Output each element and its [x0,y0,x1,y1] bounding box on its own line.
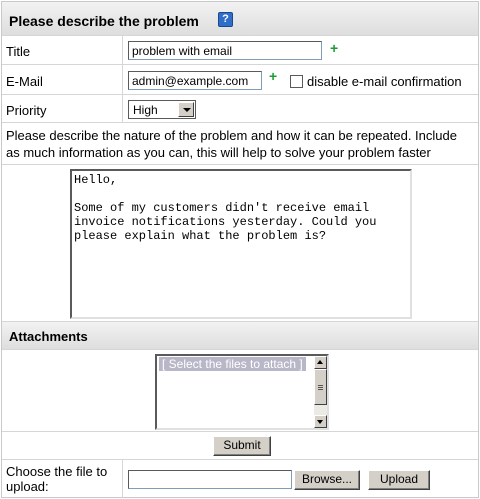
attachments-header: Attachments [2,322,478,350]
attachments-listbox[interactable]: [ Select the files to attach ] [155,354,329,430]
submit-row: Submit [2,432,478,460]
message-row: Hello, Some of my customers didn't recei… [2,165,478,322]
email-label: E-Mail [6,74,43,89]
priority-select[interactable]: High [128,100,196,119]
email-input[interactable] [128,71,262,90]
file-path-input[interactable] [128,470,292,489]
add-icon[interactable]: + [330,41,338,55]
priority-row: Priority High [2,95,478,123]
scroll-down-icon[interactable] [314,415,327,428]
title-label: Title [6,44,31,59]
add-icon[interactable]: + [269,69,277,83]
scroll-thumb[interactable] [314,369,327,405]
problem-report-form: Please describe the problem ? Title + E-… [1,1,479,498]
chevron-down-icon[interactable] [178,102,194,117]
upload-button[interactable]: Upload [368,470,430,490]
instructions-row: Please describe the nature of the proble… [2,123,478,165]
priority-label: Priority [6,103,47,118]
attachments-list-row: [ Select the files to attach ] [2,350,478,432]
column-divider [122,95,123,122]
form-title: Please describe the problem [9,13,199,29]
title-row: Title + [2,36,478,65]
column-divider [122,65,123,94]
upload-row: Choose the file to upload: Browse... Upl… [2,460,478,498]
attachments-placeholder[interactable]: [ Select the files to attach ] [159,357,306,371]
submit-button[interactable]: Submit [213,436,271,456]
instructions-text: Please describe the nature of the proble… [6,128,457,160]
column-divider [122,460,123,498]
browse-button[interactable]: Browse... [294,470,360,490]
scroll-up-icon[interactable] [314,356,327,369]
email-row: E-Mail + disable e-mail confirmation [2,65,478,95]
listbox-scrollbar[interactable] [314,356,327,428]
disable-confirmation-label: disable e-mail confirmation [307,74,462,89]
title-input[interactable] [128,41,322,60]
attachments-title: Attachments [9,329,88,344]
upload-label: Choose the file to upload: [6,464,108,494]
help-icon[interactable]: ? [218,12,233,27]
disable-confirmation-checkbox[interactable] [290,75,303,88]
form-header: Please describe the problem ? [2,2,478,36]
message-textarea[interactable]: Hello, Some of my customers didn't recei… [70,169,412,319]
priority-value: High [133,103,158,117]
column-divider [122,36,123,64]
